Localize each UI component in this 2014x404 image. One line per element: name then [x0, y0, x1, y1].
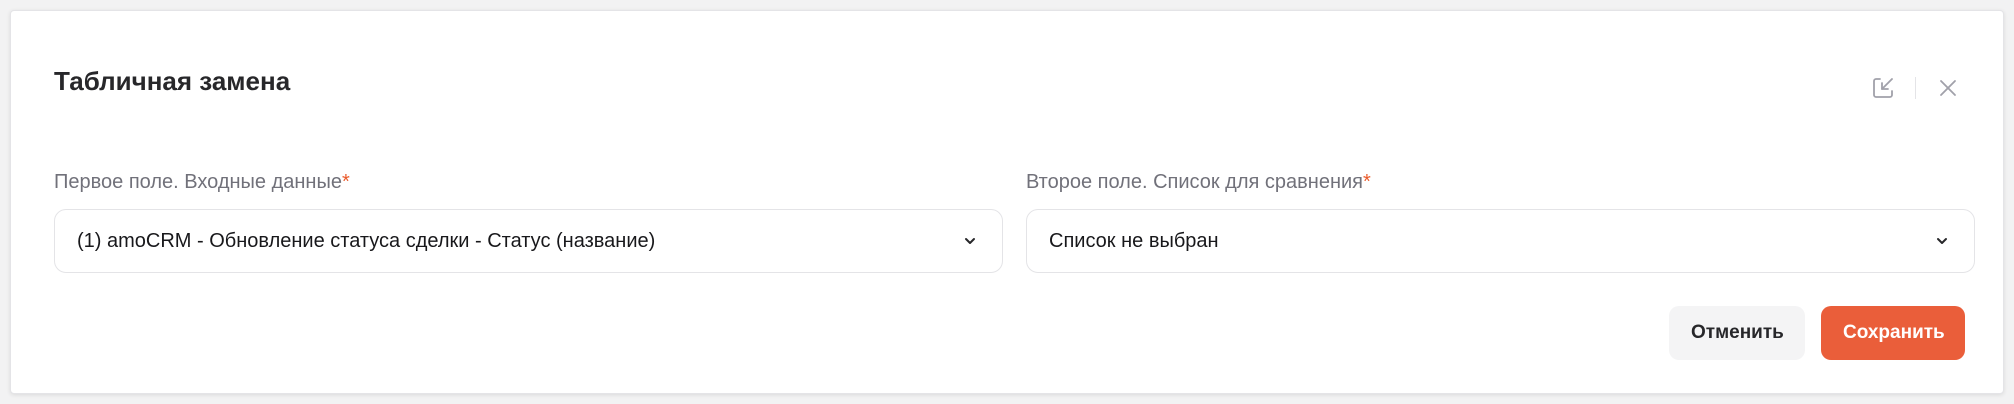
second-field-group: Второе поле. Список для сравнения* Списо…: [1026, 169, 1975, 273]
second-field-value: Список не выбран: [1049, 229, 1219, 252]
dialog-footer: Отменить Сохранить: [1669, 306, 1965, 360]
chevron-down-icon: [1932, 231, 1952, 251]
second-field-select[interactable]: Список не выбран: [1026, 209, 1975, 273]
header-divider: [1915, 77, 1916, 99]
save-button[interactable]: Сохранить: [1821, 306, 1965, 360]
close-button[interactable]: [1931, 71, 1965, 105]
first-field-group: Первое поле. Входные данные* (1) amoCRM …: [54, 169, 1003, 273]
required-mark: *: [341, 171, 350, 193]
required-mark: *: [1363, 171, 1371, 193]
cancel-button[interactable]: Отменить: [1669, 306, 1805, 360]
dialog-header-actions: [1866, 71, 1965, 105]
dialog-title: Табличная замена: [54, 66, 291, 96]
second-field-label: Второе поле. Список для сравнения*: [1026, 169, 1975, 195]
first-field-label: Первое поле. Входные данные*: [54, 169, 1003, 195]
collapse-arrow-icon: [1873, 78, 1893, 98]
close-icon: [1940, 80, 1956, 96]
first-field-label-text: Первое поле. Входные данные: [54, 171, 342, 193]
second-field-label-text: Второе поле. Список для сравнения: [1026, 171, 1363, 193]
chevron-down-icon: [960, 231, 980, 251]
table-replace-dialog: Табличная замена Первое поле. Входные да…: [10, 10, 2004, 394]
first-field-select[interactable]: (1) amoCRM - Обновление статуса сделки -…: [54, 209, 1003, 273]
collapse-button[interactable]: [1866, 71, 1900, 105]
first-field-value: (1) amoCRM - Обновление статуса сделки -…: [77, 229, 656, 252]
